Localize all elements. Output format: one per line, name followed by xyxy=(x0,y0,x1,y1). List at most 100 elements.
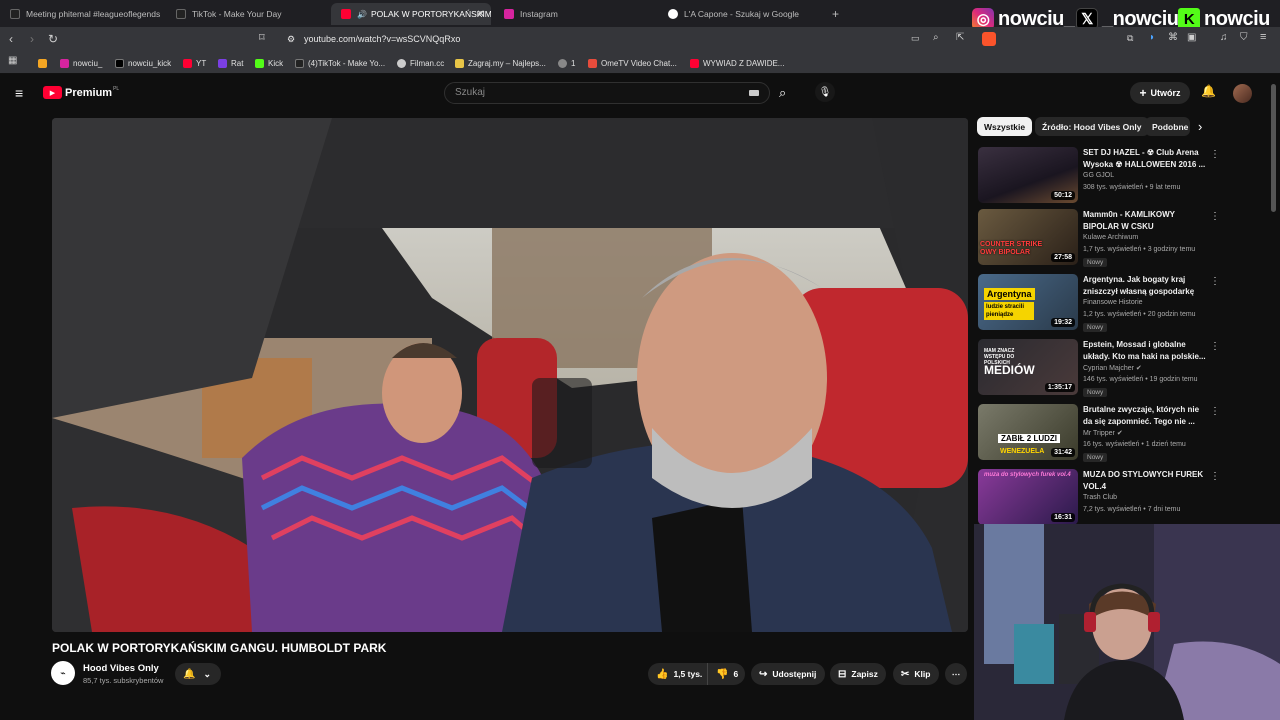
reload-icon[interactable]: ↻ xyxy=(48,33,58,45)
recommendation-channel[interactable]: Trash Club xyxy=(1083,494,1117,501)
share-icon[interactable]: ⇱ xyxy=(956,33,964,43)
more-vertical-icon[interactable]: ⋮ xyxy=(1210,211,1220,222)
bookmark-item[interactable]: nowciu_kick xyxy=(115,56,171,70)
dislike-button[interactable]: 👎 6 xyxy=(707,663,745,685)
bookmark-item[interactable] xyxy=(38,56,51,70)
chip-source[interactable]: Źródło: Hood Vibes Only xyxy=(1035,117,1149,136)
shield-icon[interactable]: ⛉ xyxy=(1240,33,1248,43)
tab-meeting[interactable]: Meeting phitemal #leagueoflegends xyxy=(0,3,160,25)
recommendation-item[interactable]: muza do stylowych furek vol.4 16:31 MUZA… xyxy=(978,469,1220,527)
recommendation-item[interactable]: MAM ZNACZ WSTĘPU DO POLSKICH MEDIÓW 1:35… xyxy=(978,339,1220,397)
youtube-logo[interactable]: ▶ Premium PL xyxy=(43,86,119,99)
back-icon[interactable]: ‹ xyxy=(9,33,13,45)
like-button[interactable]: 👍 1,5 tys. xyxy=(648,663,707,685)
audio-extension-icon[interactable]: ◗ xyxy=(1149,33,1155,43)
microphone-icon[interactable]: 🎙 xyxy=(815,82,835,102)
bookmark-icon[interactable]: ⌑ xyxy=(259,33,265,44)
more-vertical-icon[interactable]: ⋮ xyxy=(1210,341,1220,352)
search-button[interactable]: ⌕ xyxy=(770,82,800,104)
bookmark-item[interactable]: Rat xyxy=(218,56,243,70)
create-button[interactable]: + Utwórz xyxy=(1130,82,1190,104)
video-thumbnail[interactable]: ZABIŁ 2 LUDZI WENEZUELA 31:42 xyxy=(978,404,1078,460)
channel-name[interactable]: Hood Vibes Only xyxy=(83,663,159,674)
tab-tiktok[interactable]: TikTok - Make Your Day xyxy=(166,3,326,25)
clip-button[interactable]: ✂ Klip xyxy=(893,663,939,685)
bookmark-label: Filman.cc xyxy=(410,58,445,68)
audio-icon: 🔊 xyxy=(357,9,367,19)
recommendation-title[interactable]: MUZA DO STYLOWYCH FUREK VOL.4 xyxy=(1083,469,1207,492)
bookmark-item[interactable]: Kick xyxy=(255,56,283,70)
avatar[interactable] xyxy=(1233,84,1252,103)
recommendation-title[interactable]: Brutalne zwyczaje, których nie da się za… xyxy=(1083,404,1207,427)
subscriber-count: 85,7 tys. subskrybentów xyxy=(83,676,164,685)
recommendation-channel[interactable]: Cyprian Majcher ✔ xyxy=(1083,364,1142,372)
recommendation-channel[interactable]: GG GJOL xyxy=(1083,172,1114,179)
recommendation-item[interactable]: COUNTER STRIKE OWY BIPOLAR 27:58 Mamm0n … xyxy=(978,209,1220,267)
sidebar-icon[interactable]: ▣ xyxy=(1187,33,1196,43)
bookmark-item[interactable]: (4)TikTok - Make Yo... xyxy=(295,56,385,70)
recommendation-channel[interactable]: Finansowe Historie xyxy=(1083,299,1143,306)
tab-instagram[interactable]: Instagram xyxy=(494,3,654,25)
bookmark-item[interactable]: WYWIAD Z DAWIDE... xyxy=(690,56,784,70)
recommendation-item[interactable]: ZABIŁ 2 LUDZI WENEZUELA 31:42 Brutalne z… xyxy=(978,404,1220,462)
forward-icon[interactable]: › xyxy=(30,33,34,45)
zoom-icon[interactable]: ⌕ xyxy=(933,33,939,43)
vpn-icon[interactable]: ⧉ xyxy=(1127,34,1133,43)
new-tab-button[interactable]: + xyxy=(822,3,846,25)
music-icon[interactable]: ♫ xyxy=(1220,33,1228,43)
bookmark-label: 1 xyxy=(571,58,576,68)
bookmark-item[interactable]: Filman.cc xyxy=(397,56,444,70)
channel-avatar[interactable]: ⌁ xyxy=(51,661,75,685)
scrollbar[interactable] xyxy=(1271,84,1276,212)
chip-related[interactable]: Podobne xyxy=(1145,117,1190,136)
tab-youtube-active[interactable]: 🔊 POLAK W PORTORYKAŃSKIM ✕ xyxy=(331,3,491,25)
youtube-icon xyxy=(183,58,192,68)
recommendation-channel[interactable]: Mr Tripper ✔ xyxy=(1083,429,1123,437)
more-horizontal-icon: ⋯ xyxy=(951,668,961,679)
more-actions-button[interactable]: ⋯ xyxy=(945,663,967,685)
recommendation-title[interactable]: Argentyna. Jak bogaty kraj zniszczył wła… xyxy=(1083,274,1207,297)
brave-shield-icon[interactable] xyxy=(982,32,996,46)
bookmark-item[interactable]: 1 xyxy=(558,56,575,70)
bookmark-item[interactable]: Zagraj.my – Najleps... xyxy=(455,56,546,70)
search-input[interactable]: Szukaj xyxy=(444,82,770,104)
extensions-icon[interactable]: ⌘ xyxy=(1168,33,1178,43)
recommendation-item[interactable]: Argentyna ludzie stracili pieniądze 19:3… xyxy=(978,274,1220,332)
chevron-right-icon[interactable]: › xyxy=(1198,119,1202,134)
video-thumbnail[interactable]: muza do stylowych furek vol.4 16:31 xyxy=(978,469,1078,525)
save-button[interactable]: ⊟ Zapisz xyxy=(830,663,886,685)
tab-google[interactable]: L'A Capone - Szukaj w Google xyxy=(658,3,818,25)
more-vertical-icon[interactable]: ⋮ xyxy=(1210,406,1220,417)
recommendation-title[interactable]: SET DJ HAZEL - ☢ Club Arena Wysoka ☢ HAL… xyxy=(1083,147,1207,170)
video-thumbnail[interactable]: 50:12 xyxy=(978,147,1078,203)
video-thumbnail[interactable]: MAM ZNACZ WSTĘPU DO POLSKICH MEDIÓW 1:35… xyxy=(978,339,1078,395)
close-tab-icon[interactable]: ✕ xyxy=(477,9,485,20)
bookmark-item[interactable]: OmeTV Video Chat... xyxy=(588,56,677,70)
menu-icon[interactable]: ≡ xyxy=(1260,32,1266,43)
apps-grid-icon[interactable]: ▦ xyxy=(8,56,17,66)
video-player[interactable] xyxy=(52,118,968,632)
channel-label: Cyprian Majcher xyxy=(1083,365,1134,372)
subscribe-notifications-button[interactable]: 🔔 ⌄ xyxy=(175,663,221,685)
url-field[interactable]: ⚙ youtube.com/watch?v=wsSCVNQqRxo xyxy=(280,30,1000,49)
recommendation-meta: 7,2 tys. wyświetleń • 7 dni temu xyxy=(1083,506,1181,513)
channel-label: Mr Tripper xyxy=(1083,430,1115,437)
more-vertical-icon[interactable]: ⋮ xyxy=(1210,149,1220,160)
notifications-bell-icon[interactable]: 🔔 xyxy=(1201,84,1216,98)
bookmark-item[interactable]: YT xyxy=(183,56,206,70)
video-thumbnail[interactable]: COUNTER STRIKE OWY BIPOLAR 27:58 xyxy=(978,209,1078,265)
recommendation-item[interactable]: 50:12 SET DJ HAZEL - ☢ Club Arena Wysoka… xyxy=(978,147,1220,205)
hamburger-menu-icon[interactable]: ≡ xyxy=(15,85,23,101)
site-info-icon[interactable]: ⚙ xyxy=(287,30,295,49)
recommendation-title[interactable]: Mamm0n - KAMLIKOWY BIPOLAR W CSKU xyxy=(1083,209,1207,232)
chip-all[interactable]: Wszystkie xyxy=(977,117,1033,136)
bookmark-item[interactable]: nowciu_ xyxy=(60,56,102,70)
more-vertical-icon[interactable]: ⋮ xyxy=(1210,471,1220,482)
recommendation-title[interactable]: Epstein, Mossad i globalne układy. Kto m… xyxy=(1083,339,1207,362)
share-button[interactable]: ↪ Udostępnij xyxy=(751,663,825,685)
keyboard-icon[interactable] xyxy=(749,90,759,96)
video-thumbnail[interactable]: Argentyna ludzie stracili pieniądze 19:3… xyxy=(978,274,1078,330)
more-vertical-icon[interactable]: ⋮ xyxy=(1210,276,1220,287)
cast-icon[interactable]: ▭ xyxy=(911,34,920,43)
recommendation-channel[interactable]: Kulawe Archiwum xyxy=(1083,234,1138,241)
